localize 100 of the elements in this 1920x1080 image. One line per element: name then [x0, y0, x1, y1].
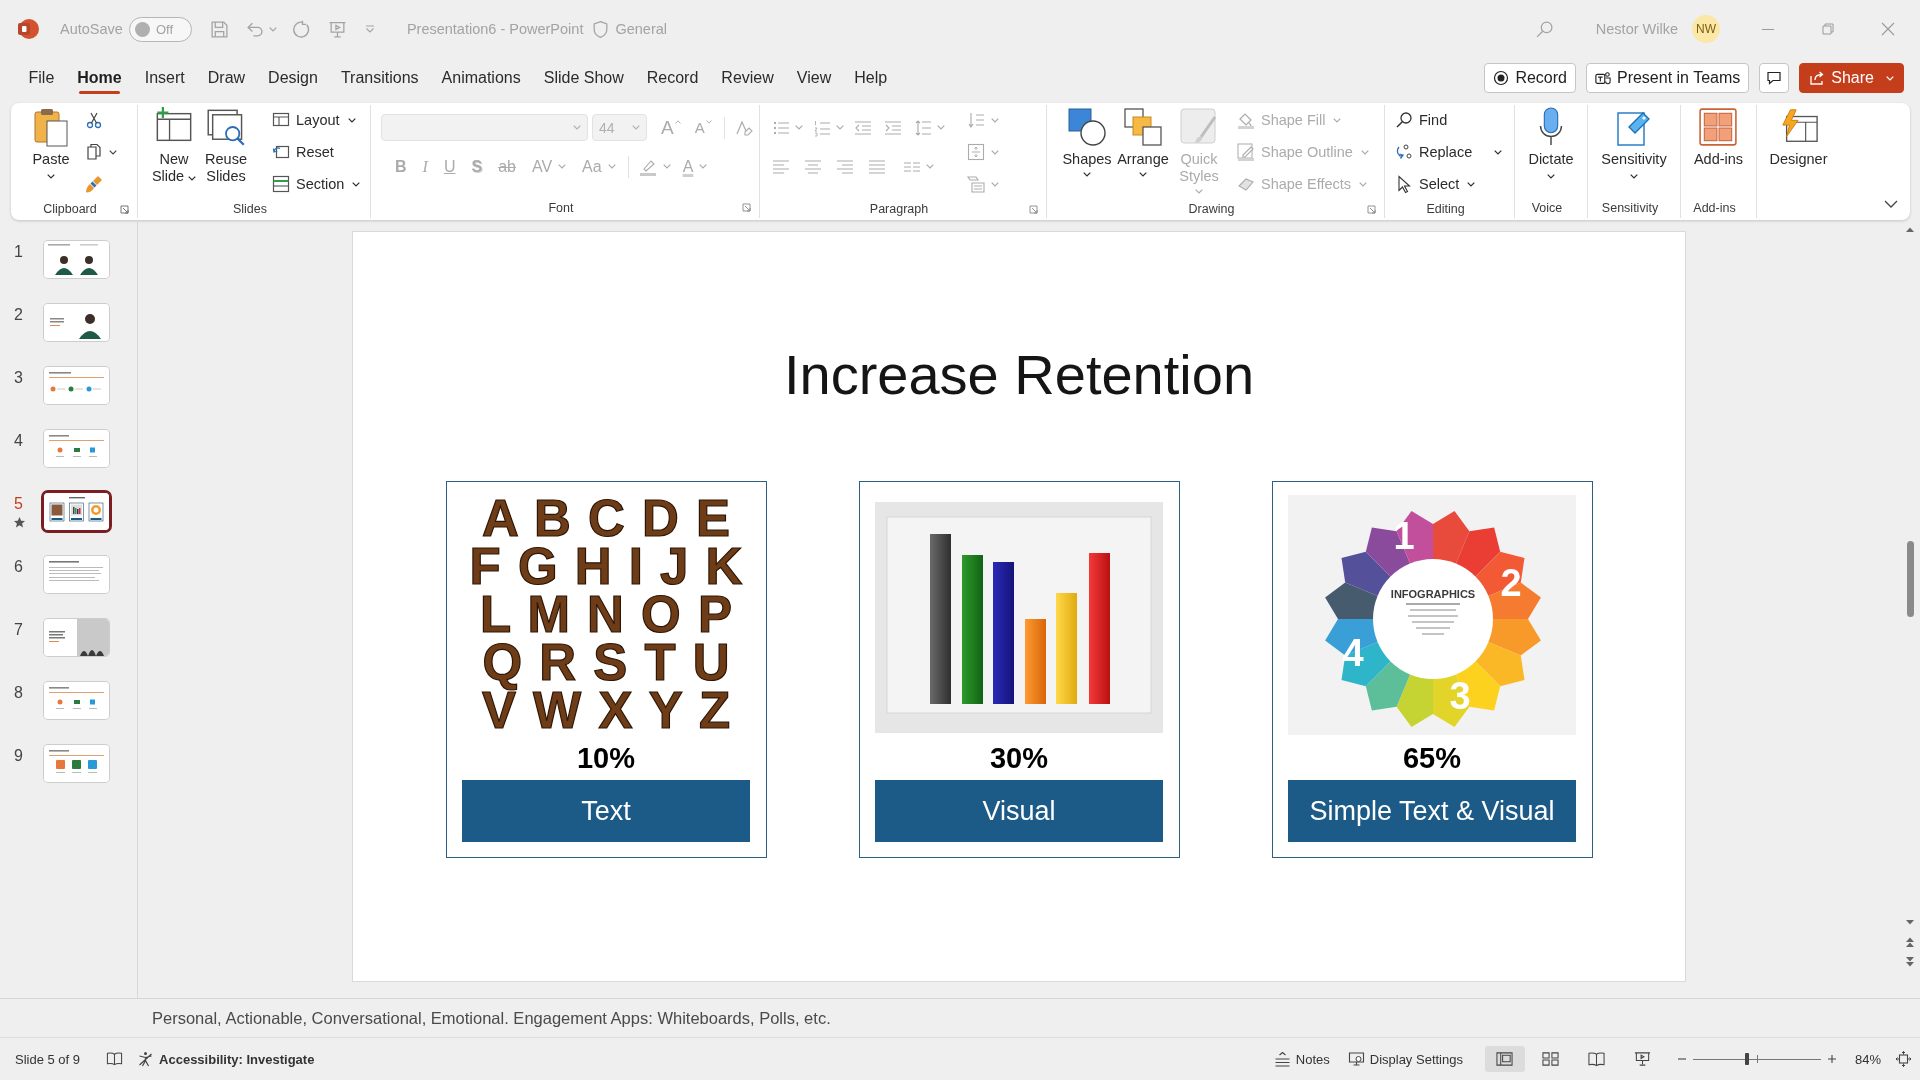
slide-number: 5 — [14, 495, 23, 513]
paint-bucket-icon — [1237, 111, 1255, 129]
caret-icon — [558, 164, 567, 169]
monitor-icon — [1347, 1051, 1365, 1067]
previous-slide-icon[interactable] — [1905, 936, 1915, 948]
arrange-button[interactable]: Arrange — [1115, 105, 1171, 177]
share-icon — [1809, 70, 1826, 86]
clear-formatting-icon[interactable] — [734, 118, 753, 137]
zoom-in-icon[interactable] — [1826, 1054, 1837, 1064]
slide-thumbnail[interactable] — [41, 490, 112, 533]
redo-icon[interactable] — [292, 19, 312, 39]
reuse-slides-icon — [206, 107, 246, 147]
slide-thumbnail[interactable] — [41, 427, 112, 470]
ribbon-tab[interactable]: Help — [842, 58, 899, 98]
section-button[interactable]: Section — [272, 175, 361, 193]
smartart-icon[interactable] — [967, 175, 985, 193]
accessibility-button[interactable]: Accessibility: Investigate — [137, 1051, 315, 1067]
ribbon-tab[interactable]: Transitions — [329, 58, 431, 98]
caret-icon — [699, 164, 708, 169]
normal-view-button[interactable] — [1484, 1046, 1525, 1072]
scissors-icon[interactable] — [85, 111, 103, 129]
slide-thumbnail[interactable] — [41, 616, 112, 659]
scroll-up-icon[interactable] — [1905, 226, 1915, 233]
scroll-down-icon[interactable] — [1905, 919, 1915, 926]
app-logo-icon[interactable] — [16, 17, 40, 41]
reset-button[interactable]: Reset — [272, 143, 334, 161]
slide-thumbnail[interactable] — [41, 238, 112, 281]
caret-icon — [1547, 174, 1555, 179]
scrollbar-thumb[interactable] — [1906, 541, 1914, 617]
collapse-ribbon-icon[interactable] — [1884, 200, 1898, 208]
copy-icon[interactable] — [85, 143, 103, 161]
new-slide-button[interactable]: New Slide — [148, 105, 200, 189]
ribbon-tab[interactable]: Record — [635, 58, 710, 98]
add-ins-button[interactable]: Add-ins — [1690, 105, 1747, 174]
align-text-icon[interactable] — [967, 143, 985, 161]
ribbon-tab[interactable]: File — [17, 58, 66, 98]
zoom-slider[interactable] — [1692, 1051, 1821, 1067]
user-avatar[interactable]: NW — [1692, 15, 1720, 43]
slide-thumbnail[interactable] — [41, 364, 112, 407]
caret-icon — [47, 174, 55, 179]
caret-icon — [1494, 149, 1503, 155]
group-label: Drawing — [1188, 202, 1235, 216]
line-spacing-icon[interactable] — [914, 118, 932, 137]
notes-button[interactable]: Notes — [1273, 1051, 1330, 1067]
slide-thumbnail[interactable] — [41, 679, 112, 722]
caret-icon — [662, 164, 671, 169]
slide-preview-drawing — [44, 367, 109, 404]
text-direction-icon[interactable] — [967, 111, 985, 129]
zoom-slider-thumb[interactable] — [1744, 1053, 1749, 1065]
replace-button[interactable]: Replace — [1395, 143, 1503, 161]
sensitivity-button[interactable]: Sensitivity — [1598, 105, 1670, 179]
book-icon[interactable] — [106, 1051, 124, 1067]
slide-number: 3 — [14, 369, 23, 387]
present-in-teams-button[interactable]: Present in Teams — [1585, 63, 1750, 93]
wheel-number: 1 — [1393, 515, 1415, 557]
reuse-slides-button[interactable]: Reuse Slides — [200, 105, 252, 189]
ribbon-tab[interactable]: Draw — [196, 58, 257, 98]
customize-toolbar-icon[interactable] — [364, 25, 375, 33]
dialog-launcher-icon[interactable] — [742, 203, 751, 212]
dialog-launcher-icon[interactable] — [1029, 204, 1038, 214]
next-slide-icon[interactable] — [1905, 956, 1915, 968]
dictate-button[interactable]: Dictate — [1525, 105, 1577, 179]
ribbon-tab[interactable]: View — [785, 58, 843, 98]
notes-text[interactable]: Personal, Actionable, Conversational, Emotional. Engagement Apps: Whiteboards, Polls, etc. — [152, 1008, 831, 1028]
layout-icon — [272, 111, 290, 129]
presentation-icon[interactable] — [327, 19, 347, 39]
ribbon-tab[interactable]: Review — [709, 58, 786, 98]
letter-row: L M N O P — [480, 591, 732, 639]
section-icon — [272, 175, 290, 193]
slide-number: 2 — [14, 306, 23, 324]
save-icon[interactable] — [209, 19, 229, 39]
share-button[interactable]: Share — [1799, 63, 1904, 93]
numbering-icon[interactable] — [813, 118, 831, 137]
select-button[interactable]: Select — [1395, 175, 1476, 193]
record-button[interactable]: Record — [1484, 63, 1576, 93]
ribbon-tab[interactable]: Insert — [133, 58, 197, 98]
ribbon-tab[interactable]: Design — [256, 58, 330, 98]
paintbrush-icon[interactable] — [85, 175, 103, 193]
clipboard-icon — [31, 107, 71, 147]
zoom-percentage[interactable]: 84% — [1854, 1051, 1881, 1067]
layout-button[interactable]: Layout — [272, 111, 356, 129]
paste-button[interactable]: Paste — [23, 105, 79, 179]
fit-to-window-icon[interactable] — [1895, 1051, 1912, 1067]
close-icon[interactable] — [1880, 21, 1896, 37]
find-button[interactable]: Find — [1395, 111, 1448, 129]
shapes-button[interactable]: Shapes — [1059, 105, 1115, 177]
ribbon-tab[interactable]: Animations — [430, 58, 533, 98]
slide-thumbnail[interactable] — [41, 553, 112, 596]
comments-button[interactable] — [1759, 63, 1790, 93]
display-settings-button[interactable]: Display Settings — [1347, 1051, 1463, 1067]
slide-thumbnail[interactable] — [41, 742, 112, 785]
ribbon-tab[interactable]: Slide Show — [532, 58, 636, 98]
slide-thumbnail[interactable] — [41, 301, 112, 344]
dialog-launcher-icon[interactable] — [120, 204, 129, 214]
dialog-launcher-icon[interactable] — [1367, 204, 1376, 214]
designer-button[interactable]: Designer — [1766, 105, 1831, 174]
autosave-label: AutoSave — [60, 21, 123, 37]
restore-icon[interactable] — [1820, 21, 1836, 37]
search-icon[interactable] — [1534, 19, 1554, 39]
ribbon-tab[interactable]: Home — [65, 58, 134, 98]
